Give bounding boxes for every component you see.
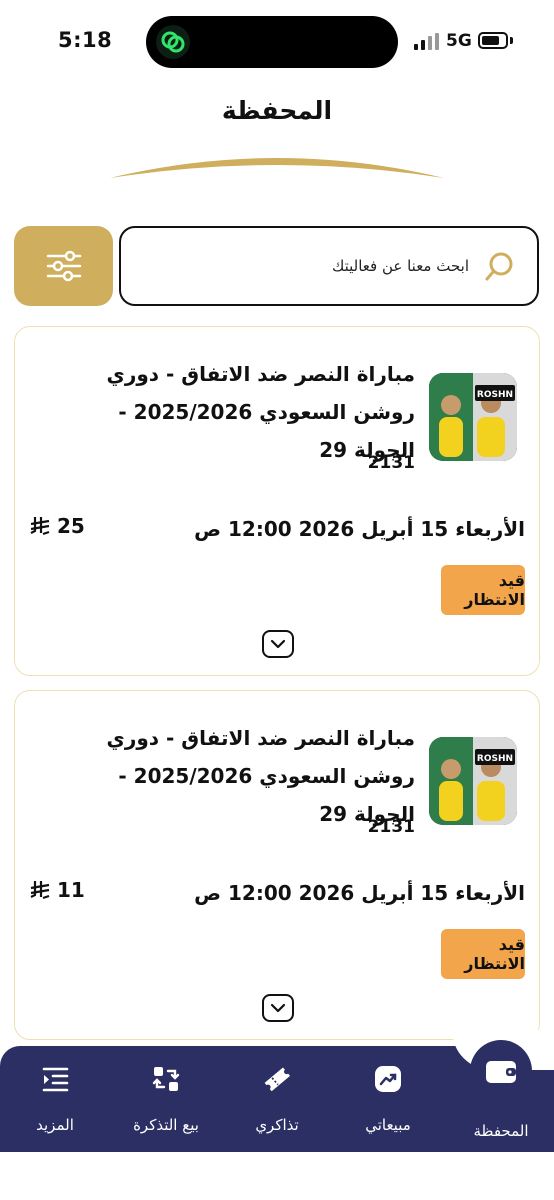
- event-id: 2131: [367, 453, 415, 473]
- status-bar: 5:18 5G: [0, 0, 554, 84]
- price-value: 25: [57, 514, 85, 538]
- nav-label-my-tickets: تذاكري: [255, 1116, 299, 1134]
- filter-button[interactable]: [14, 226, 113, 306]
- expand-button[interactable]: [262, 994, 294, 1022]
- network-type: 5G: [446, 31, 472, 51]
- battery-icon: [478, 32, 508, 49]
- expand-button[interactable]: [262, 630, 294, 658]
- status-badge[interactable]: قيد الانتظار: [441, 929, 525, 979]
- nav-item-my-sales[interactable]: مبيعاتي: [333, 1064, 443, 1134]
- sales-chart-icon: [375, 1066, 401, 1092]
- event-title: مباراة النصر ضد الاتفاق - دوري روشن السع…: [106, 726, 416, 826]
- nav-item-more[interactable]: المزيد: [0, 1064, 110, 1134]
- app-activity-icon: [156, 25, 190, 59]
- nav-item-my-tickets[interactable]: تذاكري: [222, 1064, 332, 1134]
- price-value: 11: [57, 878, 85, 902]
- battery-cap: [510, 37, 513, 44]
- wallet-icon: [486, 1061, 516, 1083]
- chevron-down-icon: [270, 1003, 286, 1013]
- search-icon: [485, 252, 513, 281]
- event-card[interactable]: ROSHN مباراة النصر ضد الاتفاق - دوري روش…: [14, 326, 540, 676]
- home-indicator-area: [0, 1152, 554, 1200]
- signal-icon: [414, 33, 439, 50]
- riyal-currency-icon: [30, 881, 50, 900]
- search-input[interactable]: ابحث معنا عن فعاليتك: [119, 226, 539, 306]
- event-id: 2131: [367, 817, 415, 837]
- header-arc-decoration: [110, 158, 444, 178]
- event-thumbnail: ROSHN: [429, 737, 517, 825]
- nav-label-sell-ticket: بيع التذكرة: [133, 1116, 199, 1134]
- event-date: الأربعاء 15 أبريل 2026 12:00 ص: [194, 881, 525, 905]
- event-date: الأربعاء 15 أبريل 2026 12:00 ص: [194, 517, 525, 541]
- clock: 5:18: [58, 28, 113, 52]
- thumb-text: ROSHN: [477, 390, 513, 400]
- event-title: مباراة النصر ضد الاتفاق - دوري روشن السع…: [106, 362, 416, 462]
- menu-list-icon: [42, 1067, 69, 1092]
- sliders-icon: [46, 250, 81, 282]
- event-card[interactable]: ROSHN مباراة النصر ضد الاتفاق - دوري روش…: [14, 690, 540, 1040]
- nav-label-wallet[interactable]: المحفظة: [448, 1122, 554, 1140]
- status-badge[interactable]: قيد الانتظار: [441, 565, 525, 615]
- nav-item-wallet[interactable]: [470, 1040, 532, 1102]
- event-price: 25: [29, 514, 85, 538]
- dynamic-island: [146, 16, 398, 68]
- search-placeholder: ابحث معنا عن فعاليتك: [331, 257, 469, 275]
- nav-label-my-sales: مبيعاتي: [365, 1116, 411, 1134]
- event-price: 11: [29, 878, 85, 902]
- nav-item-sell-ticket[interactable]: بيع التذكرة: [111, 1064, 221, 1134]
- swap-icon: [152, 1067, 180, 1091]
- event-thumbnail: ROSHN: [429, 373, 517, 461]
- nav-label-more: المزيد: [36, 1116, 74, 1134]
- chevron-down-icon: [270, 639, 286, 649]
- ticket-icon: [264, 1067, 291, 1092]
- page-title: المحفظة: [221, 96, 333, 125]
- riyal-currency-icon: [30, 517, 50, 536]
- thumb-text: ROSHN: [477, 754, 513, 764]
